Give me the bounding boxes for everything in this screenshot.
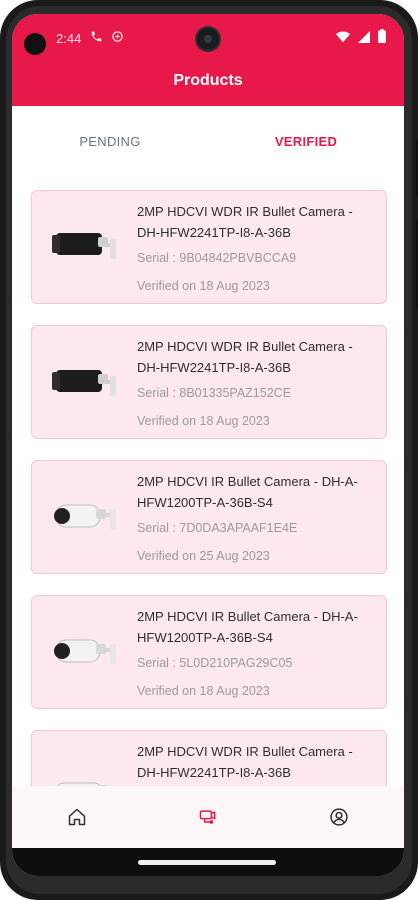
product-verified-date: Verified on 18 Aug 2023 (137, 684, 270, 698)
product-card[interactable]: 2MP HDCVI IR Bullet Camera - DH-A-HFW120… (31, 460, 387, 574)
product-title: 2MP HDCVI IR Bullet Camera - DH-A-HFW120… (137, 474, 358, 510)
camera-white-icon (50, 491, 120, 541)
gesture-bar (12, 848, 404, 876)
wifi-icon (336, 30, 350, 48)
product-card[interactable]: 2MP HDCVI WDR IR Bullet Camera - DH-HFW2… (31, 730, 387, 786)
product-card[interactable]: 2MP HDCVI IR Bullet Camera - DH-A-HFW120… (31, 595, 387, 709)
camera-black-icon (50, 221, 120, 271)
app-bar: 2:44 Products (12, 14, 404, 106)
product-list[interactable]: 2MP HDCVI WDR IR Bullet Camera - DH-HFW2… (12, 176, 404, 786)
home-indicator[interactable] (138, 860, 276, 865)
product-serial: Serial : 8B01335PAZ152CE (137, 386, 292, 400)
product-serial: Serial : 9B04842PBVBCCA9 (137, 251, 297, 265)
tab-pending[interactable]: PENDING (12, 106, 208, 176)
verified-products-icon[interactable] (197, 806, 219, 828)
product-title: 2MP HDCVI WDR IR Bullet Camera - DH-HFW2… (137, 744, 353, 780)
product-verified-date: Verified on 18 Aug 2023 (137, 414, 270, 428)
camera-white-icon (50, 761, 120, 786)
product-title: 2MP HDCVI WDR IR Bullet Camera - DH-HFW2… (137, 339, 353, 375)
app-screen: 2:44 Products PENDING VERIFIED 2MP HDCVI… (12, 14, 404, 876)
status-icons-left (90, 30, 124, 48)
product-card[interactable]: 2MP HDCVI WDR IR Bullet Camera - DH-HFW2… (31, 190, 387, 304)
product-verified-date: Verified on 25 Aug 2023 (137, 549, 270, 563)
front-camera (197, 28, 219, 50)
status-icons-right (336, 29, 386, 48)
battery-icon (378, 29, 386, 48)
device-frame: 2:44 Products PENDING VERIFIED 2MP HDCVI… (0, 0, 418, 900)
home-icon[interactable] (66, 806, 88, 828)
status-time: 2:44 (56, 31, 82, 46)
phone-icon (90, 30, 103, 48)
sync-icon (111, 30, 124, 48)
product-serial: Serial : 7D0DA3APAAF1E4E (137, 521, 298, 535)
product-title: 2MP HDCVI WDR IR Bullet Camera - DH-HFW2… (137, 204, 353, 240)
page-title: Products (173, 72, 243, 89)
camera-white-icon (50, 626, 120, 676)
camera-black-icon (50, 356, 120, 406)
tab-bar: PENDING VERIFIED (12, 106, 404, 176)
product-verified-date: Verified on 18 Aug 2023 (137, 279, 270, 293)
profile-icon[interactable] (328, 806, 350, 828)
product-serial: Serial : 5L0D210PAG29C05 (137, 656, 293, 670)
tab-verified[interactable]: VERIFIED (208, 106, 404, 176)
bottom-nav (12, 786, 404, 848)
product-title: 2MP HDCVI IR Bullet Camera - DH-A-HFW120… (137, 609, 358, 645)
signal-icon (358, 30, 370, 48)
product-card[interactable]: 2MP HDCVI WDR IR Bullet Camera - DH-HFW2… (31, 325, 387, 439)
notification-dot (24, 33, 46, 55)
